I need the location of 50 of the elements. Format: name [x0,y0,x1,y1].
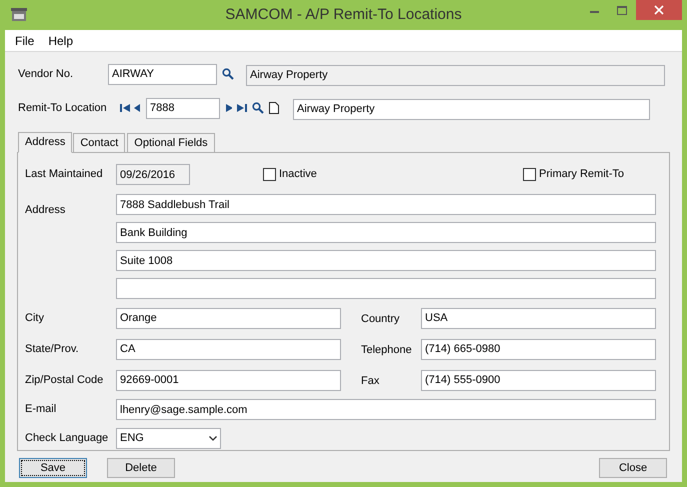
menu-item[interactable]: File [15,32,34,50]
language-dropdown[interactable]: ENG [116,428,221,449]
tab[interactable]: Contact [73,133,126,152]
next-record-icon[interactable] [226,103,232,113]
remit-to-description-field[interactable]: Airway Property [293,98,650,120]
field-label: E-mail [25,402,58,418]
last-record-icon[interactable] [237,103,247,113]
text-field[interactable]: (714) 665-0980 [421,338,656,360]
tab[interactable]: Address [18,132,72,153]
text-field[interactable]: 92669-0001 [116,370,341,390]
new-document-icon[interactable] [269,102,279,114]
window-title: SAMCOM - A/P Remit-To Locations [224,4,463,25]
close-button[interactable]: Close [599,458,667,478]
field-label: Telephone [361,343,413,358]
field-label: Last Maintained [25,167,104,182]
search-icon[interactable] [222,68,234,80]
text-field[interactable]: CA [116,338,341,360]
field-label: Zip/Postal Code [25,372,104,388]
field-label: Country [361,312,401,327]
field-label: State/Prov. [25,342,80,357]
checkbox-label: Primary Remit-To [539,167,624,182]
checkbox[interactable] [523,168,536,181]
field-label: City [25,310,45,326]
address-field[interactable] [116,278,656,299]
text-field[interactable]: (714) 555-0900 [421,370,656,390]
tab[interactable]: Optional Fields [127,133,215,152]
address-field[interactable]: Bank Building [116,222,656,243]
save-button[interactable]: Save [19,458,87,478]
search-icon[interactable] [252,102,264,114]
address-field[interactable]: Suite 1008 [116,250,656,271]
checkbox[interactable] [263,168,276,181]
field-label: Fax [361,374,380,389]
delete-button[interactable]: Delete [107,458,175,478]
email-field[interactable]: lhenry@sage.sample.com [116,399,656,420]
field-label: Remit-To Location [18,100,108,116]
menu-item[interactable]: Help [48,32,74,50]
close-icon[interactable] [636,0,682,20]
app-icon [11,8,27,22]
text-field[interactable]: USA [421,308,656,328]
remit-to-field[interactable]: 7888 [146,98,220,118]
field-label: Address [25,203,66,218]
first-record-icon[interactable] [120,103,130,113]
text-field[interactable]: Orange [116,308,341,328]
date-field[interactable]: 09/26/2016 [116,164,190,185]
address-field[interactable]: 7888 Saddlebush Trail [116,194,656,215]
vendor-field[interactable]: AIRWAY [108,64,217,84]
field-label: Check Language [25,431,110,446]
field-label: Vendor No. [18,66,74,82]
checkbox-label: Inactive [279,167,317,182]
previous-record-icon[interactable] [134,103,140,113]
